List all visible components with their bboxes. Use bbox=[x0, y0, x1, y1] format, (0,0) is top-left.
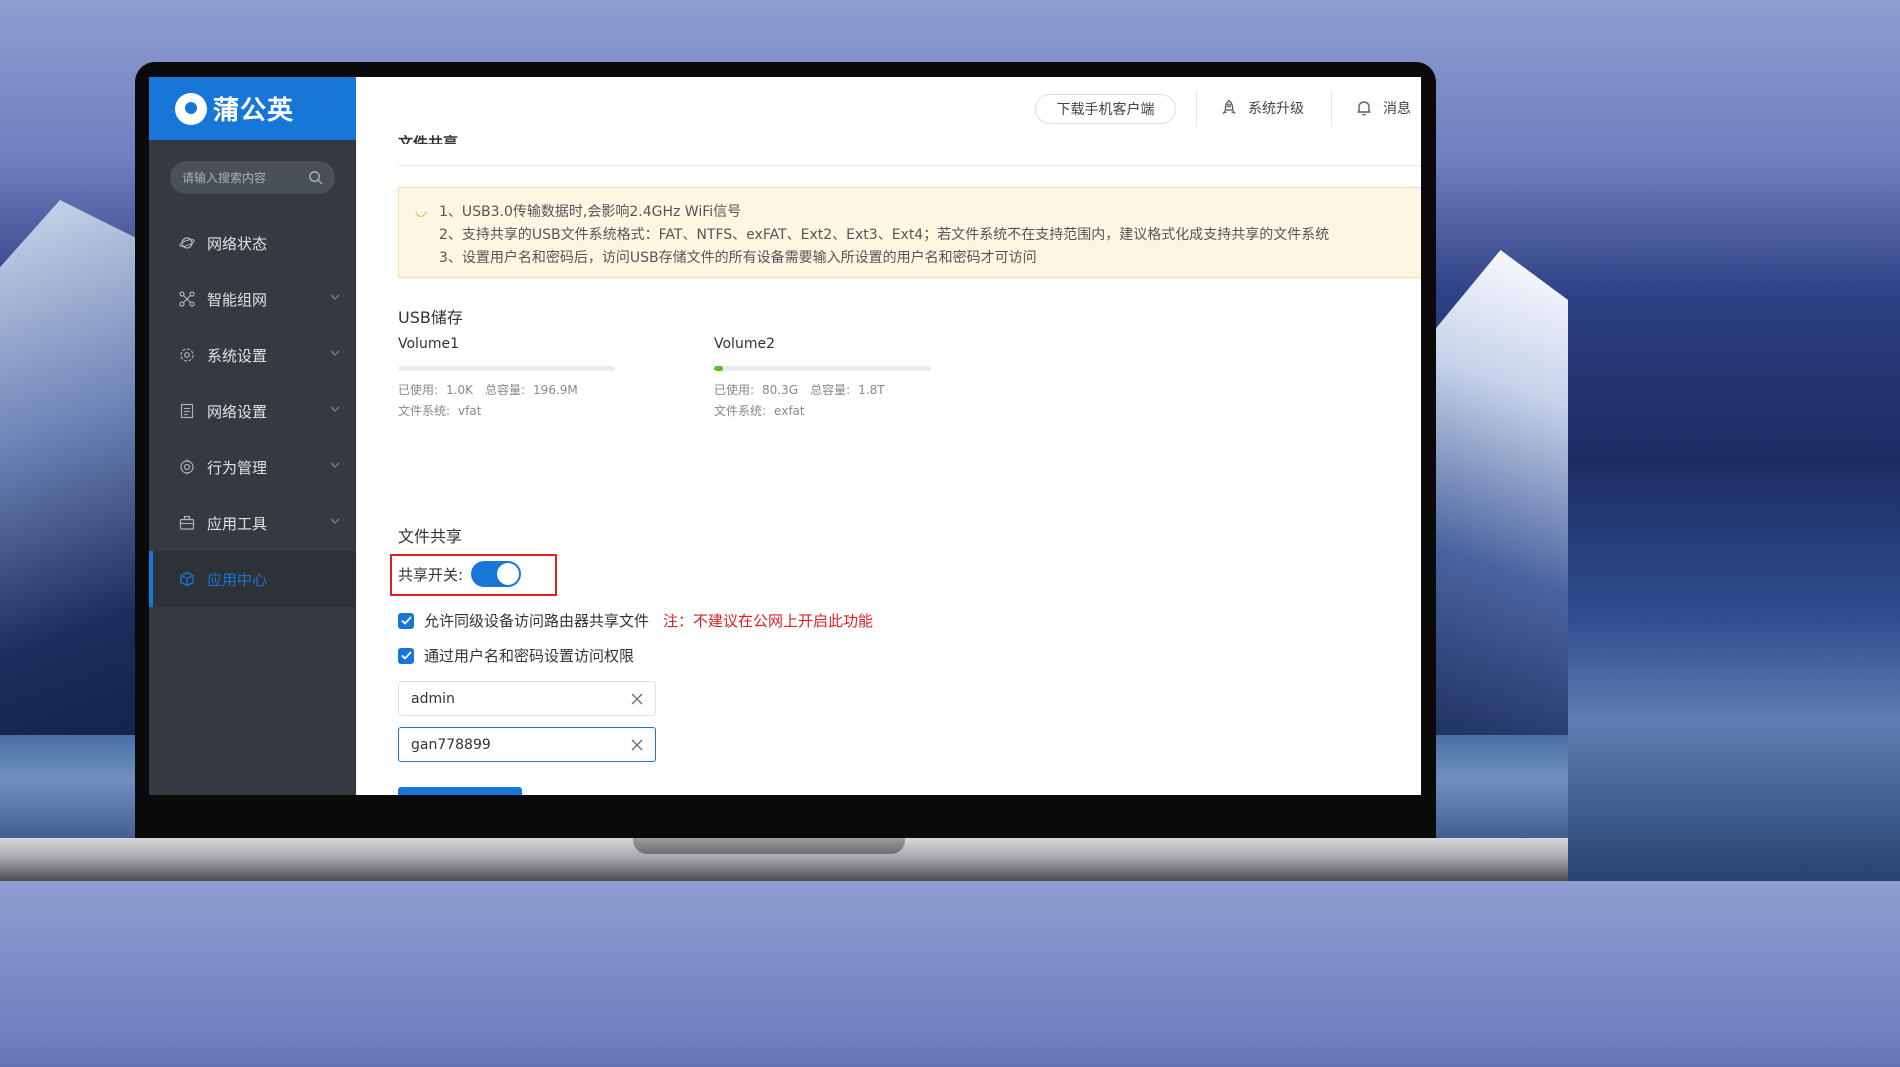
notice-text: 2、支持共享的USB文件系统格式：FAT、NTFS、exFAT、Ext2、Ext… bbox=[439, 226, 1330, 243]
chevron-down-icon bbox=[330, 518, 340, 524]
username-input[interactable] bbox=[411, 690, 631, 707]
checkmark-icon bbox=[400, 651, 412, 660]
usb-storage-title: USB储存 bbox=[398, 308, 463, 327]
clear-icon[interactable] bbox=[631, 739, 643, 751]
chevron-down-icon bbox=[330, 406, 340, 412]
sidebar-item-label: 系统设置 bbox=[207, 346, 268, 365]
top-header: 下载手机客户端 系统升级 消息 bbox=[356, 77, 1421, 140]
sidebar-item-app-center[interactable]: 应用中心 bbox=[149, 551, 356, 607]
sidebar-item-smart-networking[interactable]: 智能组网 bbox=[149, 271, 356, 327]
file-sharing-title: 文件共享 bbox=[398, 527, 463, 546]
sidebar-item-label: 应用工具 bbox=[207, 514, 268, 533]
used-label: 已使用: bbox=[398, 383, 439, 397]
used-value: 80.3G bbox=[762, 383, 799, 397]
sidebar-item-label: 行为管理 bbox=[207, 458, 268, 477]
system-upgrade-button[interactable]: 系统升级 bbox=[1220, 98, 1304, 118]
filesystem-value: exfat bbox=[774, 404, 805, 418]
background-mountain-right bbox=[1418, 250, 1568, 750]
filesystem-value: vfat bbox=[458, 404, 482, 418]
sidebar-item-label: 网络设置 bbox=[207, 402, 268, 421]
password-input[interactable] bbox=[411, 736, 631, 753]
brand-logo[interactable]: 蒲公英 bbox=[149, 77, 356, 140]
sidebar-item-label: 应用中心 bbox=[207, 570, 268, 589]
same-level-access-row: 允许同级设备访问路由器共享文件 注：不建议在公网上开启此功能 bbox=[398, 610, 873, 631]
sidebar-item-network-settings[interactable]: 网络设置 bbox=[149, 383, 356, 439]
filesystem-label: 文件系统: bbox=[714, 404, 767, 418]
volume-usage-bar bbox=[714, 366, 931, 371]
cube-icon bbox=[179, 571, 195, 587]
main-content: 文件共享 ◡ 1、USB3.0传输数据时,会影响2.4GHz WiFi信号 2、… bbox=[356, 134, 1421, 795]
auth-access-row: 通过用户名和密码设置访问权限 bbox=[398, 645, 634, 666]
notice-banner: ◡ 1、USB3.0传输数据时,会影响2.4GHz WiFi信号 2、支持共享的… bbox=[398, 187, 1421, 278]
chevron-down-icon bbox=[330, 350, 340, 356]
dandelion-logo-icon bbox=[175, 92, 207, 125]
filesystem-label: 文件系统: bbox=[398, 404, 451, 418]
volume-meta: 已使用: 1.0K 总容量: 196.9M 文件系统: vfat bbox=[398, 380, 615, 422]
sidebar-item-network-status[interactable]: 网络状态 bbox=[149, 215, 356, 271]
annotation-highlight-box bbox=[390, 554, 557, 596]
gear-icon bbox=[179, 347, 195, 363]
sidebar-item-label: 网络状态 bbox=[207, 234, 268, 253]
sidebar: 蒲公英 网络状态 智能组网 系统设置 网络设置 bbox=[149, 77, 356, 795]
capacity-label: 总容量: bbox=[810, 383, 851, 397]
volume-card: Volume2 已使用: 80.3G 总容量: 1.8T 文件系统: exfat bbox=[714, 336, 931, 422]
capacity-value: 196.9M bbox=[533, 383, 578, 397]
public-network-warning: 注：不建议在公网上开启此功能 bbox=[663, 612, 874, 630]
bell-icon bbox=[1357, 101, 1371, 116]
app-window: 蒲公英 网络状态 智能组网 系统设置 网络设置 bbox=[149, 77, 1421, 795]
chevron-down-icon bbox=[330, 462, 340, 468]
sidebar-item-app-tools[interactable]: 应用工具 bbox=[149, 495, 356, 551]
sidebar-item-behavior-management[interactable]: 行为管理 bbox=[149, 439, 356, 495]
download-app-button[interactable]: 下载手机客户端 bbox=[1035, 94, 1176, 124]
used-value: 1.0K bbox=[446, 383, 473, 397]
volume-name: Volume2 bbox=[714, 336, 775, 352]
volume-usage-bar bbox=[398, 366, 615, 371]
password-field bbox=[398, 727, 656, 762]
search-input[interactable] bbox=[182, 170, 302, 185]
auth-access-checkbox[interactable] bbox=[398, 647, 414, 664]
sidebar-search bbox=[170, 161, 335, 194]
capacity-value: 1.8T bbox=[858, 383, 885, 397]
page-title: 文件共享 bbox=[398, 134, 459, 144]
volume-meta: 已使用: 80.3G 总容量: 1.8T 文件系统: exfat bbox=[714, 380, 931, 422]
chevron-down-icon bbox=[330, 294, 340, 300]
same-level-access-label: 允许同级设备访问路由器共享文件 bbox=[424, 612, 650, 630]
sidebar-item-label: 智能组网 bbox=[207, 290, 268, 309]
document-icon bbox=[179, 403, 195, 419]
username-field bbox=[398, 681, 656, 716]
loading-icon: ◡ bbox=[414, 202, 428, 219]
target-icon bbox=[179, 459, 195, 475]
messages-label: 消息 bbox=[1383, 101, 1411, 117]
volume-usage-fill bbox=[714, 366, 723, 371]
auth-access-label: 通过用户名和密码设置访问权限 bbox=[424, 647, 635, 665]
used-label: 已使用: bbox=[714, 383, 755, 397]
notice-line: 3、设置用户名和密码后，访问USB存储文件的所有设备需要输入所设置的用户名和密码… bbox=[413, 245, 1421, 268]
save-button[interactable]: 保存 bbox=[398, 787, 522, 795]
notice-line: ◡ 1、USB3.0传输数据时,会影响2.4GHz WiFi信号 bbox=[413, 199, 1421, 222]
planet-icon bbox=[179, 235, 195, 251]
checkmark-icon bbox=[400, 616, 412, 625]
clear-icon[interactable] bbox=[631, 693, 643, 705]
sidebar-nav: 网络状态 智能组网 系统设置 网络设置 行为管理 应用工具 应用中心 bbox=[149, 215, 356, 607]
volume-name: Volume1 bbox=[398, 336, 459, 352]
laptop-notch bbox=[633, 838, 905, 854]
network-icon bbox=[179, 291, 195, 307]
header-divider bbox=[1331, 91, 1332, 127]
system-upgrade-label: 系统升级 bbox=[1248, 101, 1304, 117]
notice-line: 2、支持共享的USB文件系统格式：FAT、NTFS、exFAT、Ext2、Ext… bbox=[413, 222, 1421, 245]
notice-text: 1、USB3.0传输数据时,会影响2.4GHz WiFi信号 bbox=[439, 203, 742, 220]
same-level-access-checkbox[interactable] bbox=[398, 612, 414, 629]
header-divider bbox=[1196, 91, 1197, 127]
notice-text: 3、设置用户名和密码后，访问USB存储文件的所有设备需要输入所设置的用户名和密码… bbox=[439, 249, 1037, 266]
brand-name: 蒲公英 bbox=[213, 96, 295, 126]
rocket-icon bbox=[1222, 99, 1236, 115]
toolbox-icon bbox=[179, 515, 195, 531]
search-icon[interactable] bbox=[308, 170, 323, 185]
sidebar-item-system-settings[interactable]: 系统设置 bbox=[149, 327, 356, 383]
background-mountain-left bbox=[0, 200, 150, 760]
title-divider bbox=[398, 165, 1421, 166]
capacity-label: 总容量: bbox=[485, 383, 526, 397]
volume-card: Volume1 已使用: 1.0K 总容量: 196.9M 文件系统: vfat bbox=[398, 336, 615, 422]
messages-button[interactable]: 消息 bbox=[1355, 98, 1411, 118]
